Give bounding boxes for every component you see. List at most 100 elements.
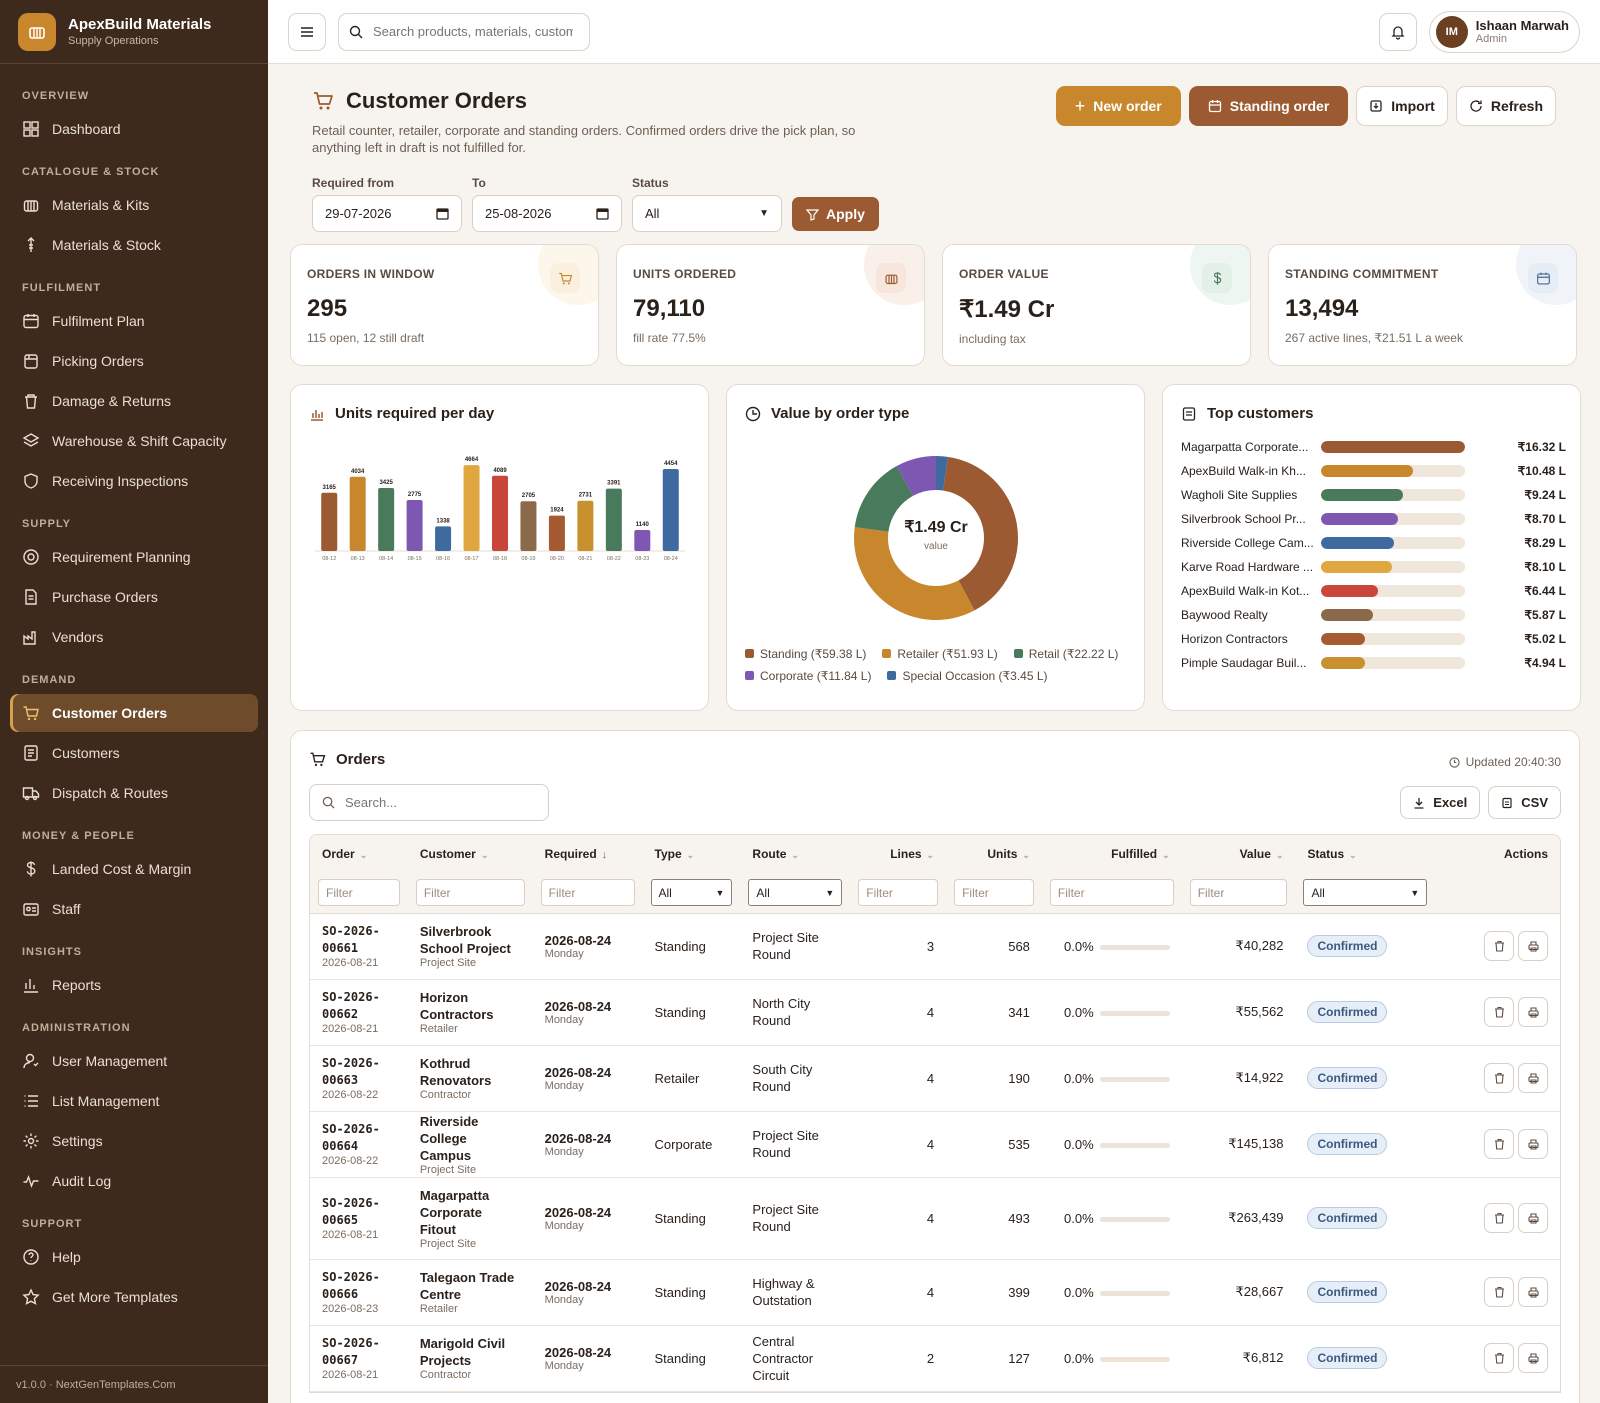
table-row[interactable]: SO-2026- 00662 2026-08-21 Horizon Contracto… <box>310 979 1560 1046</box>
print-order-button[interactable] <box>1518 931 1548 962</box>
sidebar-item-help[interactable]: Help <box>10 1238 258 1276</box>
new-order-button[interactable]: + New order <box>1055 86 1181 126</box>
delete-order-button[interactable] <box>1484 930 1514 961</box>
column-filter-input[interactable]: Filter <box>1189 879 1288 907</box>
orders-search[interactable] <box>309 784 549 821</box>
sidebar-item-user-management[interactable]: User Management <box>10 1042 258 1080</box>
column-header-route[interactable]: Route ⌄ <box>740 835 851 873</box>
sidebar-item-dashboard[interactable]: Dashboard <box>10 110 258 148</box>
delete-order-button[interactable] <box>1484 1276 1514 1307</box>
column-header-status[interactable]: Status ⌄ <box>1295 835 1436 873</box>
order-id[interactable]: SO-2026- 00662 <box>322 989 396 1023</box>
required-from-input[interactable]: 29-07-2026 <box>312 195 462 232</box>
import-button[interactable]: Import <box>1356 86 1448 126</box>
delete-order-button[interactable] <box>1484 996 1514 1027</box>
chart-bar[interactable] <box>577 500 594 551</box>
column-filter-input[interactable]: Filter <box>415 879 525 907</box>
order-id[interactable]: SO-2026- 00661 <box>322 923 396 957</box>
sidebar-item-damage-returns[interactable]: Damage & Returns <box>10 382 258 420</box>
export-csv-button[interactable]: CSV <box>1488 786 1561 819</box>
user-menu[interactable]: IM Ishaan Marwah Admin <box>1428 10 1580 53</box>
notifications-button[interactable] <box>1378 12 1417 51</box>
chart-bar[interactable] <box>520 501 537 551</box>
orders-search-input[interactable] <box>345 795 525 810</box>
customer-row[interactable]: Silverbrook School Pr... ₹8.70 L <box>1181 509 1566 529</box>
column-header-fulfilled[interactable]: Fulfilled ⌄ <box>1041 835 1182 873</box>
chart-bar[interactable] <box>406 499 423 551</box>
print-order-button[interactable] <box>1518 1277 1548 1308</box>
sidebar-item-customers[interactable]: Customers <box>10 734 258 772</box>
chart-bar[interactable] <box>605 488 622 551</box>
column-header-units[interactable]: Units ⌄ <box>946 835 1042 873</box>
sidebar-item-vendors[interactable]: Vendors <box>10 618 258 656</box>
chart-bar[interactable] <box>662 469 679 551</box>
print-order-button[interactable] <box>1518 1203 1548 1234</box>
customer-row[interactable]: Baywood Realty ₹5.87 L <box>1181 605 1566 625</box>
order-id[interactable]: SO-2026- 00667 <box>322 1335 396 1369</box>
table-row[interactable]: SO-2026- 00661 2026-08-21 Silverbrook Schoo… <box>310 913 1560 980</box>
required-to-input[interactable]: 25-08-2026 <box>472 195 622 232</box>
customer-row[interactable]: ApexBuild Walk-in Kot... ₹6.44 L <box>1181 581 1566 601</box>
standing-order-button[interactable]: Standing order <box>1188 86 1349 126</box>
sidebar-item-receiving-inspections[interactable]: Receiving Inspections <box>10 462 258 500</box>
sidebar-item-landed-cost-margin[interactable]: Landed Cost & Margin <box>10 850 258 888</box>
print-order-button[interactable] <box>1518 1129 1548 1160</box>
refresh-button[interactable]: Refresh <box>1455 86 1556 126</box>
customer-row[interactable]: Pimple Saudagar Buil... ₹4.94 L <box>1181 653 1566 673</box>
order-id[interactable]: SO-2026- 00666 <box>322 1269 396 1303</box>
customer-row[interactable]: Wagholi Site Supplies ₹9.24 L <box>1181 485 1566 505</box>
column-filter-input[interactable]: Filter <box>954 879 1034 907</box>
chart-bar[interactable] <box>321 492 338 551</box>
column-filter-input[interactable]: Filter <box>318 879 400 907</box>
menu-toggle-button[interactable] <box>288 12 326 51</box>
delete-order-button[interactable] <box>1484 1342 1514 1373</box>
column-header-required[interactable]: Required ↓ <box>532 835 643 873</box>
delete-order-button[interactable] <box>1484 1062 1514 1093</box>
customer-row[interactable]: Horizon Contractors ₹5.02 L <box>1181 629 1566 649</box>
column-filter-input[interactable]: Filter <box>1049 879 1174 907</box>
sidebar-item-materials-stock[interactable]: Materials & Stock <box>10 226 258 264</box>
column-header-customer[interactable]: Customer ⌄ <box>407 835 533 873</box>
table-row[interactable]: SO-2026- 00666 2026-08-23 Talegaon Trade Ce… <box>310 1259 1560 1326</box>
sidebar-item-reports[interactable]: Reports <box>10 966 258 1004</box>
chart-bar[interactable] <box>463 465 480 551</box>
delete-order-button[interactable] <box>1484 1202 1514 1233</box>
customer-row[interactable]: Magarpatta Corporate... ₹16.32 L <box>1181 437 1566 457</box>
chart-bar[interactable] <box>634 530 651 551</box>
print-order-button[interactable] <box>1518 1343 1548 1374</box>
sidebar-item-settings[interactable]: Settings <box>10 1122 258 1160</box>
print-order-button[interactable] <box>1518 1063 1548 1094</box>
export-excel-button[interactable]: Excel <box>1400 786 1481 819</box>
column-header-value[interactable]: Value ⌄ <box>1181 835 1296 873</box>
sidebar-item-purchase-orders[interactable]: Purchase Orders <box>10 578 258 616</box>
order-id[interactable]: SO-2026- 00663 <box>322 1055 396 1089</box>
print-order-button[interactable] <box>1518 997 1548 1028</box>
column-filter-input[interactable]: Filter <box>858 879 939 907</box>
global-search[interactable] <box>338 12 590 51</box>
column-filter-select[interactable]: All ▼ <box>650 879 733 907</box>
sidebar-item-staff[interactable]: Staff <box>10 890 258 928</box>
customer-row[interactable]: Karve Road Hardware ... ₹8.10 L <box>1181 557 1566 577</box>
sidebar-item-list-management[interactable]: List Management <box>10 1082 258 1120</box>
sidebar-item-picking-orders[interactable]: Picking Orders <box>10 342 258 380</box>
column-filter-input[interactable]: Filter <box>540 879 635 907</box>
chart-bar[interactable] <box>435 526 452 551</box>
delete-order-button[interactable] <box>1484 1128 1514 1159</box>
column-header-lines[interactable]: Lines ⌄ <box>850 835 947 873</box>
order-id[interactable]: SO-2026- 00664 <box>322 1121 396 1155</box>
column-filter-select[interactable]: All ▼ <box>1303 879 1428 907</box>
sidebar-item-warehouse-shift-capacity[interactable]: Warehouse & Shift Capacity <box>10 422 258 460</box>
sidebar-item-customer-orders[interactable]: Customer Orders <box>10 694 258 732</box>
sidebar-item-fulfilment-plan[interactable]: Fulfilment Plan <box>10 302 258 340</box>
chart-bar[interactable] <box>492 475 508 551</box>
column-header-type[interactable]: Type ⌄ <box>642 835 741 873</box>
customer-row[interactable]: Riverside College Cam... ₹8.29 L <box>1181 533 1566 553</box>
table-row[interactable]: SO-2026- 00667 2026-08-21 Marigold Civil Pr… <box>310 1325 1560 1392</box>
order-id[interactable]: SO-2026- 00665 <box>322 1195 396 1229</box>
table-row[interactable]: SO-2026- 00663 2026-08-22 Kothrud Renovator… <box>310 1045 1560 1112</box>
sidebar-item-requirement-planning[interactable]: Requirement Planning <box>10 538 258 576</box>
sidebar-item-audit-log[interactable]: Audit Log <box>10 1162 258 1200</box>
chart-bar[interactable] <box>548 515 565 551</box>
sidebar-item-materials-kits[interactable]: Materials & Kits <box>10 186 258 224</box>
sidebar-item-dispatch-routes[interactable]: Dispatch & Routes <box>10 774 258 812</box>
